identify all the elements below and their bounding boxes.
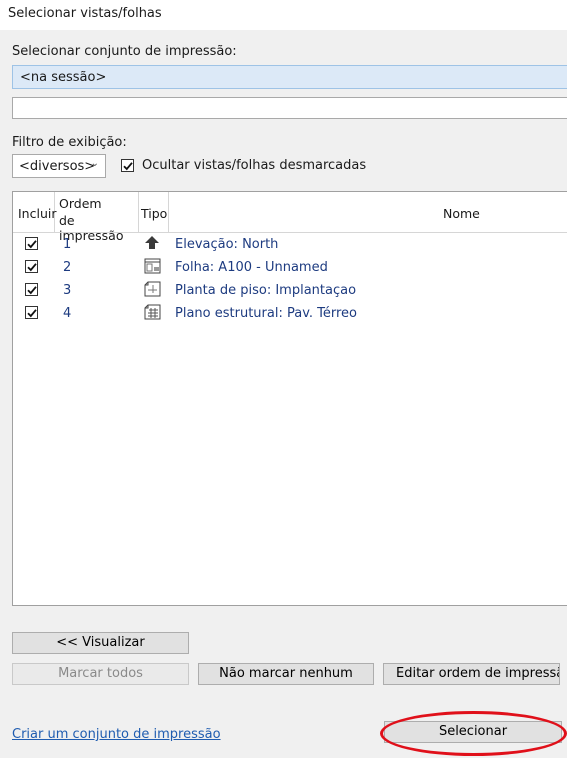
include-checkbox[interactable] [25, 306, 38, 319]
chevron-down-icon: ⌄ [90, 158, 99, 169]
column-header-order[interactable]: Ordem de impressão [55, 192, 139, 243]
sheet-icon [144, 258, 161, 277]
table-row[interactable]: 1 Elevação: North [13, 233, 567, 256]
display-filter-dropdown[interactable]: <diversos> ⌄ [12, 154, 106, 178]
hide-unchecked-label: Ocultar vistas/folhas desmarcadas [142, 158, 367, 173]
view-name: Elevação: North [175, 237, 279, 252]
column-header-name[interactable]: Nome [169, 192, 567, 232]
view-name: Folha: A100 - Unnamed [175, 260, 328, 275]
checkmark-icon [27, 309, 37, 318]
preview-button[interactable]: << Visualizar [12, 632, 189, 654]
view-name: Planta de piso: Implantaçao [175, 283, 357, 298]
display-filter-label: Filtro de exibição: [12, 135, 127, 150]
include-checkbox[interactable] [25, 283, 38, 296]
table-row[interactable]: 4 Plano estrutural: Pav. Térreo [13, 302, 567, 325]
include-checkbox[interactable] [25, 237, 38, 250]
print-order: 4 [63, 306, 72, 321]
checkmark-icon [123, 162, 133, 171]
views-sheets-table: Incluir Ordem de impressão Tipo Nome 1 E… [12, 191, 567, 606]
floor-plan-icon [144, 281, 161, 300]
create-print-set-link[interactable]: Criar um conjunto de impressão [12, 727, 221, 742]
hide-unchecked-checkbox[interactable] [121, 159, 134, 172]
print-set-label: Selecionar conjunto de impressão: [12, 44, 237, 59]
select-button[interactable]: Selecionar [384, 721, 562, 743]
print-order: 1 [63, 237, 72, 252]
print-order: 3 [63, 283, 72, 298]
print-set-selected-value: <na sessão> [20, 70, 107, 85]
checkmark-icon [27, 263, 37, 272]
elevation-icon [144, 235, 160, 254]
window-title: Selecionar vistas/folhas [8, 6, 162, 21]
column-header-include[interactable]: Incluir [13, 192, 57, 232]
table-header: Incluir Ordem de impressão Tipo Nome [13, 192, 567, 243]
print-set-dropdown[interactable]: <na sessão> [12, 65, 567, 89]
check-none-button[interactable]: Não marcar nenhum [198, 663, 374, 685]
print-set-name-field[interactable] [12, 97, 567, 119]
checkmark-icon [27, 240, 37, 249]
check-all-button[interactable]: Marcar todos [12, 663, 189, 685]
table-row[interactable]: 2 Folha: A100 - Unnamed [13, 256, 567, 279]
edit-print-order-button[interactable]: Editar ordem de impressão [383, 663, 560, 685]
view-name: Plano estrutural: Pav. Térreo [175, 306, 357, 321]
print-order: 2 [63, 260, 72, 275]
table-row[interactable]: 3 Planta de piso: Implantaçao [13, 279, 567, 302]
include-checkbox[interactable] [25, 260, 38, 273]
structural-plan-icon [144, 304, 161, 323]
display-filter-selected-value: <diversos> [19, 159, 96, 174]
checkmark-icon [27, 286, 37, 295]
column-header-type[interactable]: Tipo [139, 192, 169, 232]
title-bar: Selecionar vistas/folhas [0, 0, 567, 30]
